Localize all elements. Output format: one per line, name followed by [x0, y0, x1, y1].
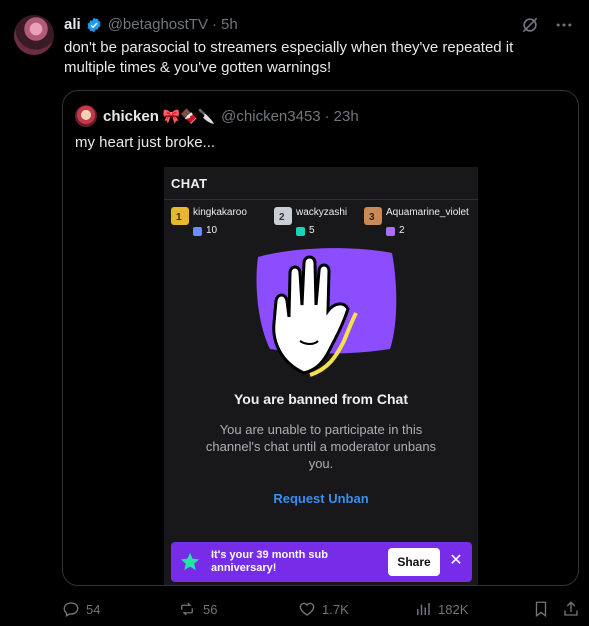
repost-count: 56: [203, 601, 218, 617]
post-header: ali @betaghostTV · 5h: [64, 16, 238, 33]
like-button[interactable]: 1.7K: [298, 600, 349, 618]
chat-screenshot[interactable]: CHAT 1 kingkakaroo 10 2 wackyzashi 5 3 A…: [164, 167, 478, 585]
verified-badge-icon: [86, 17, 102, 33]
author-handle[interactable]: @betaghostTV: [108, 16, 208, 33]
dot-separator: ·: [324, 107, 330, 125]
like-count: 1.7K: [322, 601, 349, 617]
author-name[interactable]: ali: [64, 16, 81, 33]
silver-gift-icon: 2: [274, 207, 292, 225]
gift-icon: [296, 226, 305, 236]
share-post-button[interactable]: [562, 600, 586, 618]
more-icon[interactable]: [553, 14, 575, 36]
quoted-header: chicken 🎀🍫🔪 @chicken3453 · 23h: [75, 105, 359, 127]
quoted-post[interactable]: chicken 🎀🍫🔪 @chicken3453 · 23h my heart …: [62, 90, 579, 586]
gift-count: 5: [309, 225, 315, 236]
dot-separator: ·: [211, 16, 217, 33]
gifter-name: wackyzashi: [296, 207, 348, 218]
gift-icon: [193, 226, 202, 236]
bronze-gift-icon: 3: [364, 207, 382, 225]
author-avatar[interactable]: [14, 15, 54, 55]
grok-icon[interactable]: [519, 14, 541, 36]
post-top-actions: [519, 14, 575, 36]
anniversary-message: It's your 39 month sub anniversary!: [211, 549, 328, 574]
post-time[interactable]: 5h: [221, 16, 238, 33]
post-text: don't be parasocial to streamers especia…: [64, 39, 514, 76]
star-icon: [179, 551, 201, 573]
close-icon[interactable]: ✕: [448, 553, 464, 569]
bookmark-button[interactable]: [532, 600, 556, 618]
reply-icon: [63, 602, 79, 617]
ban-description: You are unable to participate in this ch…: [205, 422, 437, 471]
gold-gift-icon: 1: [171, 207, 189, 225]
top-gifter-3: 3 Aquamarine_violet 2: [364, 207, 469, 237]
top-gifter-1: 1 kingkakaroo 10: [171, 207, 247, 237]
gift-count: 10: [206, 225, 218, 236]
sub-anniversary-banner: It's your 39 month sub anniversary! Shar…: [171, 542, 472, 582]
request-unban-link[interactable]: Request Unban: [164, 491, 478, 506]
views-count: 182K: [438, 601, 469, 617]
post-action-bar: 54 56 1.7K 182K: [62, 600, 589, 620]
gifter-name: kingkakaroo: [193, 207, 247, 218]
chat-title: CHAT: [171, 176, 208, 191]
ban-title: You are banned from Chat: [234, 391, 408, 407]
gifter-name: Aquamarine_violet: [386, 207, 469, 218]
quoted-post-time: 23h: [333, 107, 359, 125]
repost-button[interactable]: 56: [177, 600, 217, 618]
top-gifter-2: 2 wackyzashi 5: [274, 207, 347, 237]
gift-icon: [386, 226, 395, 236]
views-button[interactable]: 182K: [414, 600, 468, 618]
share-button[interactable]: Share: [388, 548, 440, 576]
quoted-post-text: my heart just broke...: [75, 134, 216, 151]
gift-count: 2: [399, 225, 405, 236]
share-icon: [564, 601, 578, 616]
bookmark-icon: [535, 601, 547, 618]
repost-icon: [181, 602, 193, 616]
reply-button[interactable]: 54: [62, 600, 100, 618]
quoted-author-name[interactable]: chicken: [103, 108, 159, 125]
quoted-author-avatar[interactable]: [75, 105, 97, 127]
views-icon: [417, 603, 430, 615]
chat-divider: [164, 199, 478, 200]
banned-hand-illustration: [252, 245, 398, 381]
quoted-author-handle: @chicken3453: [221, 107, 321, 125]
heart-icon: [299, 602, 315, 616]
reply-count: 54: [86, 601, 101, 617]
quoted-author-emojis: 🎀🍫🔪: [162, 107, 216, 124]
